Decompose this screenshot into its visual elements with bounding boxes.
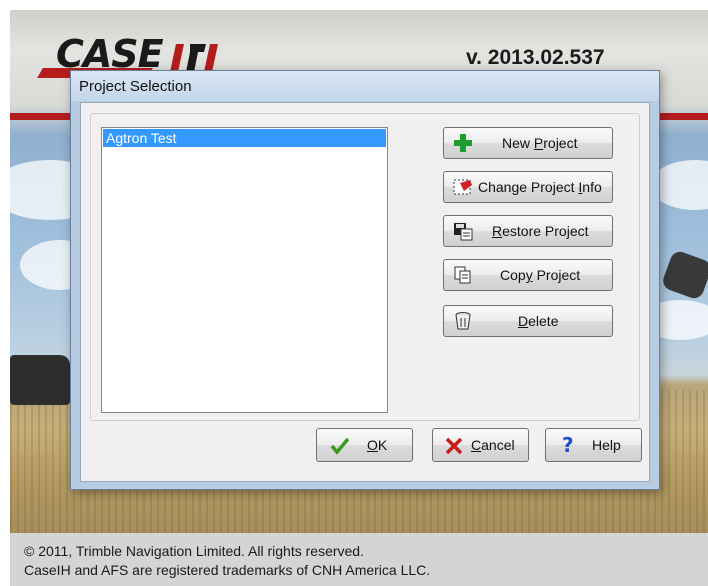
cancel-label: Cancel [471,437,515,453]
question-icon: ? [562,434,574,454]
help-label: Help [592,437,621,453]
plus-icon [454,134,472,152]
copy-project-label: Copy Project [500,267,581,283]
machine-right [660,249,708,301]
footer: © 2011, Trimble Navigation Limited. All … [10,533,708,586]
version-label: v. 2013.02.537 [466,46,605,69]
copy-icon [454,266,471,284]
restore-project-label: Restore Project [492,223,589,239]
list-item-label: Agtron Test [106,130,177,146]
project-list[interactable]: Agtron Test [101,127,388,413]
project-selection-dialog: Project Selection Agtron Test New Projec… [70,70,660,490]
trademark-text: CaseIH and AFS are registered trademarks… [24,562,431,578]
delete-label: Delete [518,313,559,329]
change-project-info-label: Change Project Info [478,179,602,195]
checkmark-icon [330,437,350,455]
cancel-button[interactable]: Cancel [432,428,529,462]
ok-label: OK [367,437,388,453]
svg-text:?: ? [562,434,574,454]
delete-button[interactable]: Delete [443,305,613,337]
floppy-disk-icon [454,223,473,241]
project-groupbox: Agtron Test New Project Change Project I… [90,113,640,421]
copyright-text: © 2011, Trimble Navigation Limited. All … [24,543,364,559]
new-project-label: New Project [502,135,578,151]
list-item[interactable]: Agtron Test [103,129,386,147]
copy-project-button[interactable]: Copy Project [443,259,613,291]
ok-button[interactable]: OK [316,428,413,462]
change-project-info-button[interactable]: Change Project Info [443,171,613,203]
edit-icon [453,179,472,195]
dialog-titlebar[interactable]: Project Selection [71,71,659,101]
dialog-client-area: Agtron Test New Project Change Project I… [80,102,650,482]
restore-project-button[interactable]: Restore Project [443,215,613,247]
help-button[interactable]: ? Help [545,428,642,462]
x-icon [445,437,463,455]
dialog-title: Project Selection [79,78,192,95]
trash-icon [455,312,471,330]
new-project-button[interactable]: New Project [443,127,613,159]
machine-left [10,355,70,405]
